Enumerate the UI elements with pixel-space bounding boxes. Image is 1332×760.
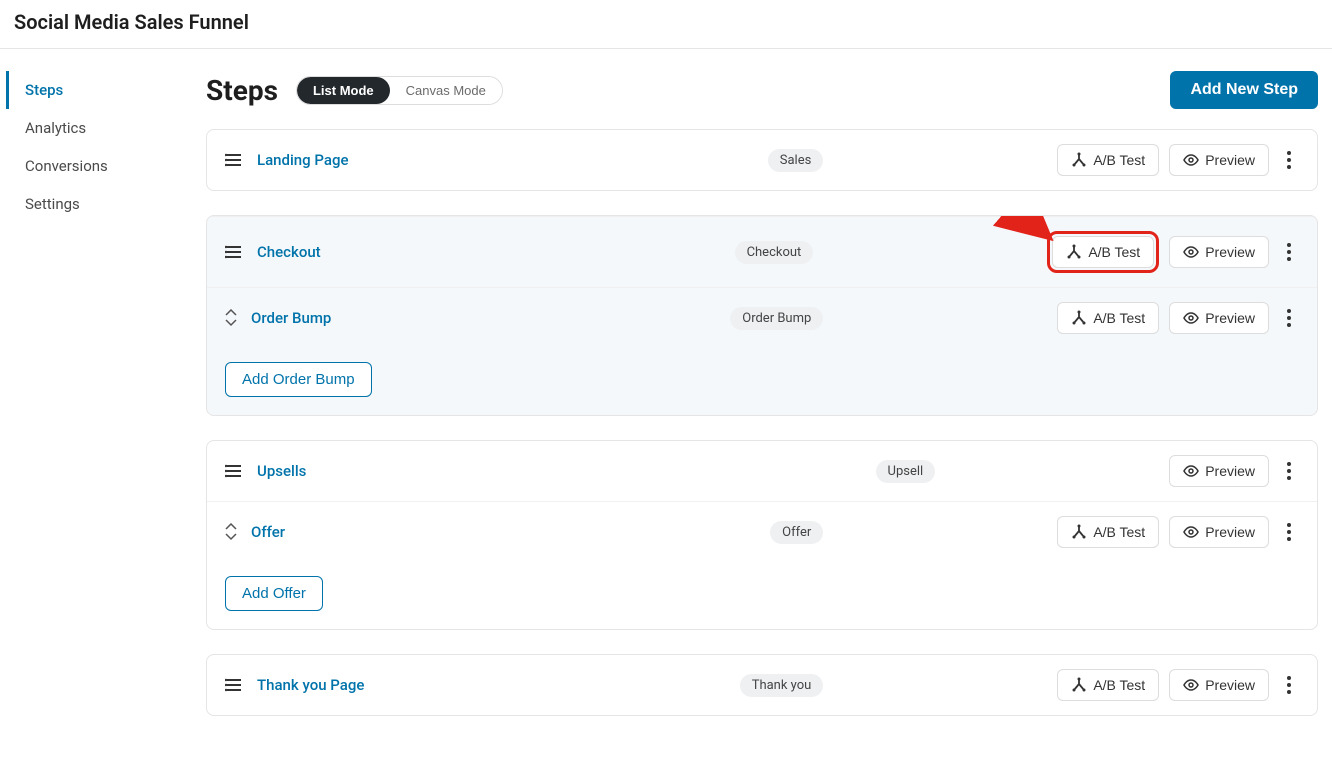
add-offer-button[interactable]: Add Offer xyxy=(225,576,323,611)
ab-test-button-checkout[interactable]: A/B Test xyxy=(1052,236,1154,268)
preview-label: Preview xyxy=(1205,524,1255,540)
ab-test-button[interactable]: A/B Test xyxy=(1057,669,1159,701)
step-link-order-bump[interactable]: Order Bump xyxy=(251,309,331,327)
view-mode-toggle: List Mode Canvas Mode xyxy=(296,76,503,105)
preview-label: Preview xyxy=(1205,677,1255,693)
ab-test-button[interactable]: A/B Test xyxy=(1057,144,1159,176)
step-badge: Checkout xyxy=(735,241,814,264)
list-mode-button[interactable]: List Mode xyxy=(297,77,390,104)
preview-label: Preview xyxy=(1205,244,1255,260)
step-badge: Order Bump xyxy=(730,307,823,330)
more-menu-button[interactable] xyxy=(1279,672,1299,698)
page-header: Social Media Sales Funnel xyxy=(0,0,1332,49)
funnel-title: Social Media Sales Funnel xyxy=(14,10,1318,34)
preview-button[interactable]: Preview xyxy=(1169,455,1269,487)
more-menu-button[interactable] xyxy=(1279,519,1299,545)
step-card-upsells-group: Upsells Upsell Preview Offer Offer xyxy=(206,440,1318,630)
step-card-landing: Landing Page Sales A/B Test Preview xyxy=(206,129,1318,191)
page-title: Steps xyxy=(206,74,278,107)
preview-label: Preview xyxy=(1205,463,1255,479)
step-link-offer[interactable]: Offer xyxy=(251,523,285,541)
split-icon xyxy=(1071,310,1087,326)
step-link-thankyou[interactable]: Thank you Page xyxy=(257,676,364,694)
step-badge: Upsell xyxy=(876,460,936,483)
step-card-checkout-group: Checkout Checkout A/B Test Preview xyxy=(206,215,1318,416)
split-icon xyxy=(1071,677,1087,693)
drag-handle-icon[interactable] xyxy=(225,676,243,694)
sidebar-item-analytics[interactable]: Analytics xyxy=(6,109,200,147)
split-icon xyxy=(1066,244,1082,260)
ab-test-label: A/B Test xyxy=(1093,152,1145,168)
preview-button[interactable]: Preview xyxy=(1169,236,1269,268)
ab-test-label: A/B Test xyxy=(1093,524,1145,540)
eye-icon xyxy=(1183,244,1199,260)
preview-label: Preview xyxy=(1205,310,1255,326)
drag-handle-icon[interactable] xyxy=(225,151,243,169)
eye-icon xyxy=(1183,310,1199,326)
step-link-upsells[interactable]: Upsells xyxy=(257,462,306,480)
step-badge: Offer xyxy=(770,521,823,544)
eye-icon xyxy=(1183,463,1199,479)
split-icon xyxy=(1071,524,1087,540)
ab-test-button[interactable]: A/B Test xyxy=(1057,516,1159,548)
annotation-highlight-box: A/B Test xyxy=(1047,231,1159,273)
chevron-down-icon xyxy=(225,319,237,327)
canvas-mode-button[interactable]: Canvas Mode xyxy=(390,77,502,104)
preview-label: Preview xyxy=(1205,152,1255,168)
preview-button[interactable]: Preview xyxy=(1169,144,1269,176)
sidebar-item-settings[interactable]: Settings xyxy=(6,185,200,223)
more-menu-button[interactable] xyxy=(1279,305,1299,331)
ab-test-label: A/B Test xyxy=(1088,244,1140,260)
ab-test-label: A/B Test xyxy=(1093,310,1145,326)
add-new-step-button[interactable]: Add New Step xyxy=(1170,71,1318,109)
ab-test-label: A/B Test xyxy=(1093,677,1145,693)
ab-test-button[interactable]: A/B Test xyxy=(1057,302,1159,334)
drag-handle-icon[interactable] xyxy=(225,462,243,480)
sidebar: Steps Analytics Conversions Settings xyxy=(0,49,200,760)
main-content: Steps List Mode Canvas Mode Add New Step… xyxy=(200,49,1332,760)
sidebar-item-conversions[interactable]: Conversions xyxy=(6,147,200,185)
step-link-landing[interactable]: Landing Page xyxy=(257,151,349,169)
eye-icon xyxy=(1183,152,1199,168)
chevron-down-icon xyxy=(225,533,237,541)
more-menu-button[interactable] xyxy=(1279,147,1299,173)
split-icon xyxy=(1071,152,1087,168)
step-badge: Thank you xyxy=(740,674,824,697)
step-badge: Sales xyxy=(768,149,824,172)
drag-handle-icon[interactable] xyxy=(225,243,243,261)
chevron-up-icon xyxy=(225,523,237,531)
more-menu-button[interactable] xyxy=(1279,458,1299,484)
reorder-arrows[interactable] xyxy=(225,523,237,541)
step-link-checkout[interactable]: Checkout xyxy=(257,243,321,261)
eye-icon xyxy=(1183,524,1199,540)
more-menu-button[interactable] xyxy=(1279,239,1299,265)
preview-button[interactable]: Preview xyxy=(1169,302,1269,334)
preview-button[interactable]: Preview xyxy=(1169,669,1269,701)
eye-icon xyxy=(1183,677,1199,693)
add-order-bump-button[interactable]: Add Order Bump xyxy=(225,362,372,397)
reorder-arrows[interactable] xyxy=(225,309,237,327)
preview-button[interactable]: Preview xyxy=(1169,516,1269,548)
sidebar-item-steps[interactable]: Steps xyxy=(6,71,200,109)
step-card-thankyou: Thank you Page Thank you A/B Test Previe… xyxy=(206,654,1318,716)
chevron-up-icon xyxy=(225,309,237,317)
